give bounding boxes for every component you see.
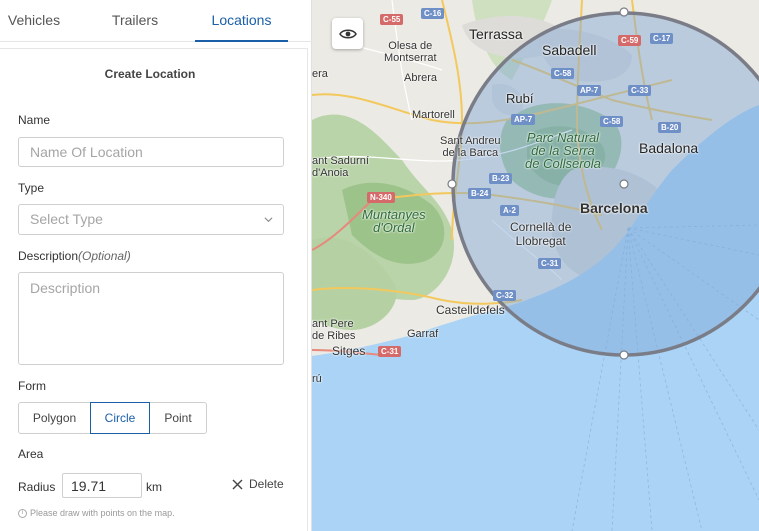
name-input[interactable] [18,137,284,167]
place-terrassa: Terrassa [469,26,523,42]
tab-vehicles[interactable]: Vehicles [0,0,68,42]
road-shield: AP-7 [577,85,602,96]
delete-label: Delete [249,477,284,491]
place-castelldefels: Castelldefels [436,303,505,317]
optional-tag: (Optional) [78,249,131,263]
form-title: Create Location [104,67,196,81]
draw-hint: i Please draw with points on the map. [18,508,175,518]
road-shield: B-23 [489,173,513,184]
road-shield: C-58 [600,116,624,127]
road-shield: B-24 [468,188,492,199]
tab-locations[interactable]: Locations [195,0,288,42]
road-shield: C-31 [378,346,402,357]
place-sabadell: Sabadell [542,42,597,58]
tab-bar: Vehicles Trailers Locations [0,0,312,42]
place-santpere: ant Pere de Ribes [312,318,356,342]
road-shield: C-16 [421,8,445,19]
place-santandreu: Sant Andreu de la Barca [440,135,501,159]
road-shield: B-20 [658,122,682,133]
type-select[interactable]: Select Type [18,204,284,235]
info-icon: i [18,508,27,518]
map-canvas[interactable] [312,0,759,531]
radius-unit: km [146,480,162,494]
place-olesa: Olesa de Montserrat [384,40,437,64]
type-label: Type [18,181,45,195]
create-location-form: Create Location Name Type Select Type De… [0,48,308,531]
place-badalona: Badalona [639,140,699,156]
eye-icon [338,29,357,38]
close-icon [232,479,243,489]
draw-hint-text: Please draw with points on the map. [30,508,175,518]
area-label: Area [18,447,44,461]
shape-circle-button[interactable]: Circle [90,402,150,434]
delete-button[interactable]: Delete [232,475,284,493]
visibility-toggle-button[interactable] [332,18,363,49]
road-shield: C-31 [538,258,562,269]
place-rubi: Rubí [506,91,534,106]
road-shield: C-32 [493,290,517,301]
road-shield: C-59 [618,35,642,46]
shape-polygon-button[interactable]: Polygon [18,402,91,434]
side-panel: Vehicles Trailers Locations Create Locat… [0,0,312,531]
road-shield: C-58 [551,68,575,79]
description-label-text: Description [18,249,79,263]
road-shield: C-17 [650,33,674,44]
form-shape-label: Form [18,379,46,393]
description-label: Description(Optional) [18,249,131,263]
shape-point-button[interactable]: Point [149,402,207,434]
place-garraf: Garraf [407,328,439,340]
place-sitges: Sitges [332,344,366,358]
name-label: Name [18,113,51,127]
type-select-placeholder: Select Type [30,211,103,227]
road-shield: A-2 [500,205,519,216]
road-shield: C-55 [380,14,404,25]
place-ordal: Muntanyes d'Ordal [362,207,426,235]
radius-label: Radius [18,480,56,494]
place-martorell: Martorell [412,109,455,121]
place-cru: rú [312,373,322,385]
place-era: era [312,68,328,80]
road-shield: N-340 [367,192,395,203]
tab-trailers[interactable]: Trailers [92,0,178,42]
chevron-down-icon [264,217,273,223]
place-barcelona: Barcelona [580,200,648,216]
map-view[interactable]: Terrassa Sabadell Olesa de Montserrat Ab… [312,0,759,531]
place-santsadurni: ant Sadurní d'Anoia [312,155,369,179]
place-abrera: Abrera [404,72,438,84]
road-shield: C-33 [628,85,652,96]
place-collserola: Parc Natural de la Serra de Collserola [525,130,601,171]
road-shield: AP-7 [511,114,536,125]
description-textarea[interactable] [18,272,284,365]
radius-input[interactable] [62,473,142,498]
place-cornella: Cornellà de Llobregat [510,220,572,248]
